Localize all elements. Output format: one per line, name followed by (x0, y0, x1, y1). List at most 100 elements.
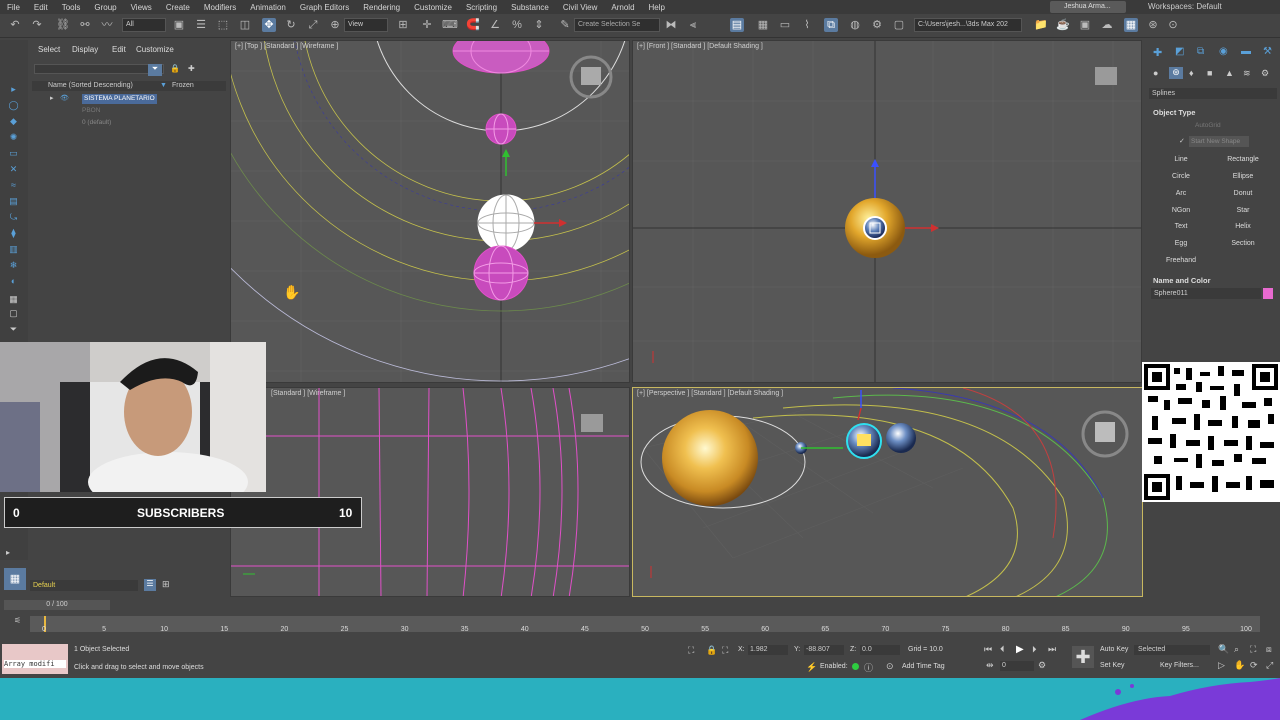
go-to-end-icon[interactable]: ⏭ (1048, 644, 1056, 655)
rectangular-selection-icon[interactable]: ⬚ (216, 18, 230, 32)
info-icon[interactable]: ⓘ (864, 661, 873, 674)
lights-icon[interactable]: ♦ (1189, 68, 1194, 78)
rectangle-button[interactable]: Rectangle (1213, 155, 1273, 165)
viewport-perspective[interactable]: [+] [Perspective ] [Standard ] [Default … (632, 387, 1143, 597)
column-name[interactable]: Name (Sorted Descending) (48, 81, 133, 91)
helix-button[interactable]: Helix (1213, 222, 1273, 232)
play-icon[interactable]: ▶ (1016, 644, 1024, 655)
add-layer-icon[interactable]: ✚ (188, 64, 195, 73)
ngon-button[interactable]: NGon (1151, 206, 1211, 216)
create-tab-icon[interactable]: ✚ (1153, 46, 1162, 59)
select-and-scale-icon[interactable]: ⤢ (306, 18, 320, 32)
undo-icon[interactable]: ↶ (8, 18, 22, 32)
toggle-layer-explorer-icon[interactable]: ▦ (756, 18, 770, 32)
menu-civil-view[interactable]: Civil View (556, 3, 605, 12)
modify-tab-icon[interactable]: ◩ (1175, 46, 1184, 57)
select-object-icon[interactable]: ▣ (172, 18, 186, 32)
menu-customize[interactable]: Customize (407, 3, 459, 12)
unlink-icon[interactable]: ⚯ (78, 18, 92, 32)
display-containers-icon[interactable]: ▥ (8, 244, 19, 255)
space-warps-icon[interactable]: ≋ (1243, 68, 1251, 79)
render-in-cloud-icon[interactable]: ☁ (1100, 18, 1114, 32)
trackbar[interactable]: 0 5 10 15 20 25 30 35 40 45 50 55 60 65 70 75 80 85 90 95 10… (30, 616, 1260, 633)
visibility-eye-icon[interactable]: 👁 (60, 94, 69, 102)
tab-display[interactable]: Display (72, 45, 98, 54)
display-hidden-icon[interactable]: ◐ (8, 276, 19, 287)
tab-edit[interactable]: Edit (112, 45, 126, 54)
time-slider[interactable]: 0 / 100 (4, 600, 110, 610)
tab-customize[interactable]: Customize (136, 45, 174, 54)
scene-row-pbon[interactable]: PBON (82, 106, 100, 116)
helpers-icon[interactable]: ▲ (1225, 68, 1234, 78)
display-groups-icon[interactable]: ▤ (8, 196, 19, 207)
circle-button[interactable]: Circle (1151, 172, 1211, 182)
systems-icon[interactable]: ⚙ (1261, 68, 1269, 79)
scene-search-input[interactable] (34, 64, 164, 74)
curve-editor-icon[interactable]: ⌇ (800, 18, 814, 32)
autogrid-checkbox[interactable]: AutoGrid (1195, 122, 1221, 129)
display-helpers-icon[interactable]: ✕ (8, 164, 19, 175)
place-icon[interactable]: ⊕ (328, 18, 342, 32)
geometry-icon[interactable]: ● (1153, 68, 1158, 78)
display-all-icon[interactable]: ▦ (8, 294, 19, 305)
add-time-tag-label[interactable]: Add Time Tag (902, 663, 945, 670)
freehand-button[interactable]: Freehand (1151, 256, 1211, 266)
egg-button[interactable]: Egg (1151, 239, 1211, 249)
scene-row-sistema[interactable]: SISTEMA PLANETARIO (82, 94, 157, 104)
layer-list-icon[interactable]: ☰ (144, 579, 156, 591)
selection-lock-icon[interactable]: 🔒 (706, 645, 717, 656)
selection-filter-dropdown[interactable]: All (122, 18, 166, 32)
viewport-top[interactable]: [+] [Top ] [Standard ] [Wireframe ] ✋ (230, 40, 630, 383)
shapes-icon[interactable]: ⊛ (1169, 67, 1183, 79)
donut-button[interactable]: Donut (1213, 189, 1273, 199)
utilities-tab-icon[interactable]: ⚒ (1263, 46, 1272, 57)
menu-file[interactable]: File (0, 3, 27, 12)
select-and-move-icon[interactable]: ✥ (262, 18, 276, 32)
name-and-color-header[interactable]: Name and Color (1153, 276, 1211, 285)
open-autodesk-a360-icon[interactable]: ▦ (1124, 18, 1138, 32)
menu-graph-editors[interactable]: Graph Editors (293, 3, 356, 12)
text-button[interactable]: Text (1151, 222, 1211, 232)
menu-rendering[interactable]: Rendering (356, 3, 407, 12)
viewport-label-front[interactable]: [+] [Front ] [Standard ] [Default Shadin… (637, 43, 763, 50)
object-name-input[interactable]: Sphere011 (1151, 288, 1261, 299)
absolute-mode-icon[interactable]: ⛶ (722, 645, 728, 656)
pan-icon[interactable]: ✋ (1234, 660, 1245, 671)
object-type-header[interactable]: Object Type (1153, 108, 1195, 117)
display-frozen-icon[interactable]: ❄ (8, 260, 19, 271)
orbit-icon[interactable]: ⟳ (1250, 660, 1258, 671)
line-button[interactable]: Line (1151, 155, 1211, 165)
viewport-left[interactable]: [Standard ] [Wireframe ] (230, 387, 630, 597)
material-editor-icon[interactable]: ◍ (848, 18, 862, 32)
render-iterative-icon[interactable]: ▣ (1078, 18, 1092, 32)
select-by-name-icon[interactable]: ☰ (194, 18, 208, 32)
select-manipulate-icon[interactable]: ✛ (420, 18, 434, 32)
motion-tab-icon[interactable]: ◉ (1219, 46, 1228, 57)
filter-icon[interactable]: ⏷ (148, 64, 162, 76)
workspaces-selector[interactable]: Workspaces: Default (1148, 1, 1222, 13)
viewport-label-left[interactable]: [Standard ] [Wireframe ] (271, 390, 345, 397)
viewport-label-top[interactable]: [+] [Top ] [Standard ] [Wireframe ] (235, 43, 338, 50)
display-bones-icon[interactable]: ⧫ (8, 228, 19, 239)
link-icon[interactable]: ⛓ (56, 18, 70, 32)
display-none-icon[interactable]: ▸ (8, 84, 19, 95)
snaps-toggle-icon[interactable]: 🧲 (466, 18, 480, 32)
menu-edit[interactable]: Edit (27, 3, 55, 12)
zoom-extents-all-icon[interactable]: ⧈ (1266, 644, 1272, 655)
set-key-button[interactable]: Set Key (1100, 662, 1125, 669)
project-folder-icon[interactable]: 📁 (1034, 18, 1048, 32)
display-geometry-icon[interactable]: ◯ (8, 100, 19, 111)
scene-row-default[interactable]: 0 (default) (82, 118, 111, 128)
window-crossing-icon[interactable]: ◫ (238, 18, 252, 32)
display-shapes-icon[interactable]: ◆ (8, 116, 19, 127)
mirror-icon[interactable]: ⧓ (664, 18, 678, 32)
viewport-label-perspective[interactable]: [+] [Perspective ] [Standard ] [Default … (637, 390, 783, 397)
layer-manager-icon[interactable]: ▦ (4, 568, 26, 590)
display-cameras-icon[interactable]: ▭ (8, 148, 19, 159)
display-spacewarps-icon[interactable]: ≈ (8, 180, 19, 191)
y-coordinate-field[interactable]: -88.807 (804, 645, 844, 655)
angle-snap-icon[interactable]: ∠ (488, 18, 502, 32)
key-selection-dropdown[interactable]: Selected (1134, 645, 1210, 655)
named-selection-sets-dropdown[interactable]: Create Selection Se (574, 18, 660, 32)
current-frame-field[interactable]: 0 (1000, 661, 1034, 671)
